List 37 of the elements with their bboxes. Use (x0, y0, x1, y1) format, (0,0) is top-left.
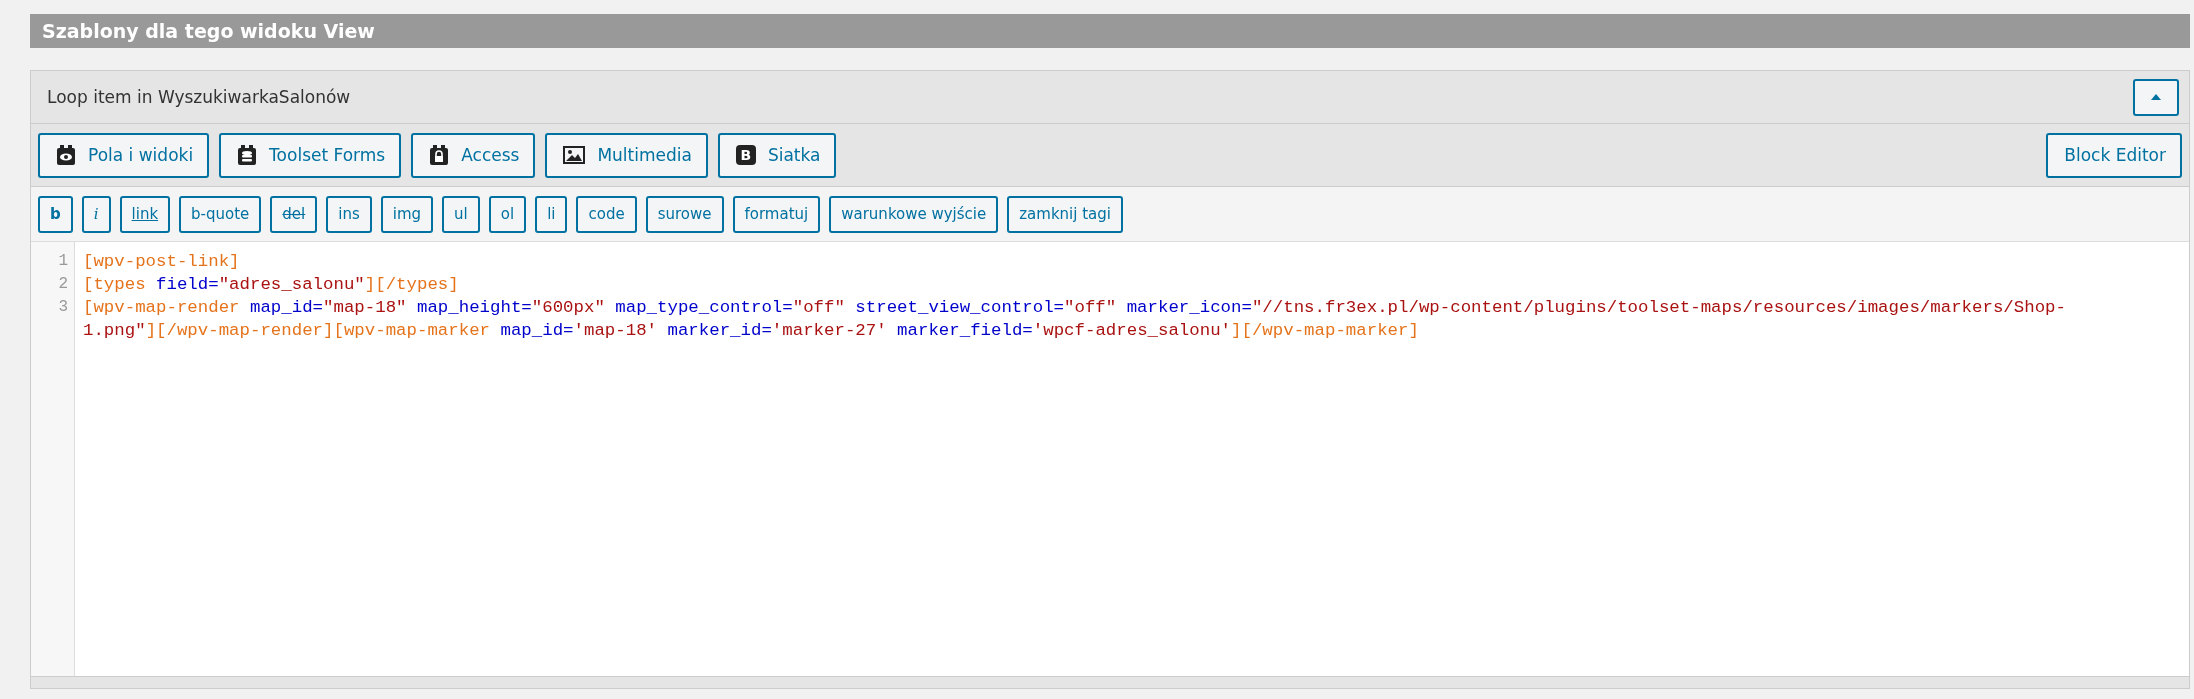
line-number: 1 (58, 252, 68, 270)
quicktag-button[interactable]: code (576, 195, 637, 233)
quicktag-button[interactable]: formatuj (732, 195, 821, 233)
line-number: 2 (58, 275, 68, 293)
toolbar-button[interactable]: Toolset Forms (219, 132, 402, 178)
database-icon (237, 144, 258, 166)
caret-icon (2151, 94, 2161, 100)
quicktag-button[interactable]: del (270, 195, 318, 233)
quicktag-button[interactable]: warunkowe wyjście (829, 195, 999, 233)
quicktag-button[interactable]: surowe (645, 195, 724, 233)
toolbar-button[interactable]: B Siatka (717, 132, 837, 178)
quicktag-button[interactable]: b (38, 195, 73, 233)
line-number: 3 (58, 298, 68, 316)
toolbar-button[interactable]: Block Editor (2046, 132, 2182, 178)
eye-icon (56, 144, 76, 166)
letter-icon: B (735, 145, 756, 165)
collapse-button[interactable] (2133, 78, 2179, 116)
quicktag-button[interactable]: i (81, 195, 111, 233)
panel-title: Loop item in WyszukiwarkaSalonów (47, 87, 351, 107)
quicktag-button[interactable]: ins (326, 195, 372, 233)
quicktag-button[interactable]: b-quote (179, 195, 262, 233)
quicktag-button[interactable]: li (535, 195, 568, 233)
quicktag-button[interactable]: ul (442, 195, 480, 233)
quicktag-button[interactable]: zamknij tagi (1007, 195, 1123, 233)
image-icon (563, 146, 586, 164)
lock-icon (429, 144, 450, 166)
toolbar-button[interactable]: Access (411, 132, 536, 178)
quicktag-button[interactable]: link (119, 195, 171, 233)
toolbar-button[interactable]: Pola i widoki (38, 132, 210, 178)
quicktag-button[interactable]: img (380, 195, 434, 233)
quicktag-button[interactable]: ol (488, 195, 527, 233)
code-line: 1.png"][/wpv-map-render][wpv-map-marker map_id='map-18' marker_id='marker-27' marker_field='wpcf-adres_salonu'][/wpv-map-marker] (83, 321, 1419, 340)
toolbar-button[interactable]: Multimedia (545, 132, 708, 178)
code-line: [wpv-post-link] (83, 252, 240, 271)
code-line: [wpv-map-render map_id="map-18" map_height="600px" map_type_control="off" street_view_control="off" marker_icon="//tns.fr3ex.pl/wp-content/plugins/toolset-maps/resources/images/markers/Shop- (83, 298, 2066, 317)
code-line: [types field="adres_salonu"][/types] (83, 275, 459, 294)
section-title: Szablony dla tego widoku View (30, 14, 2190, 48)
